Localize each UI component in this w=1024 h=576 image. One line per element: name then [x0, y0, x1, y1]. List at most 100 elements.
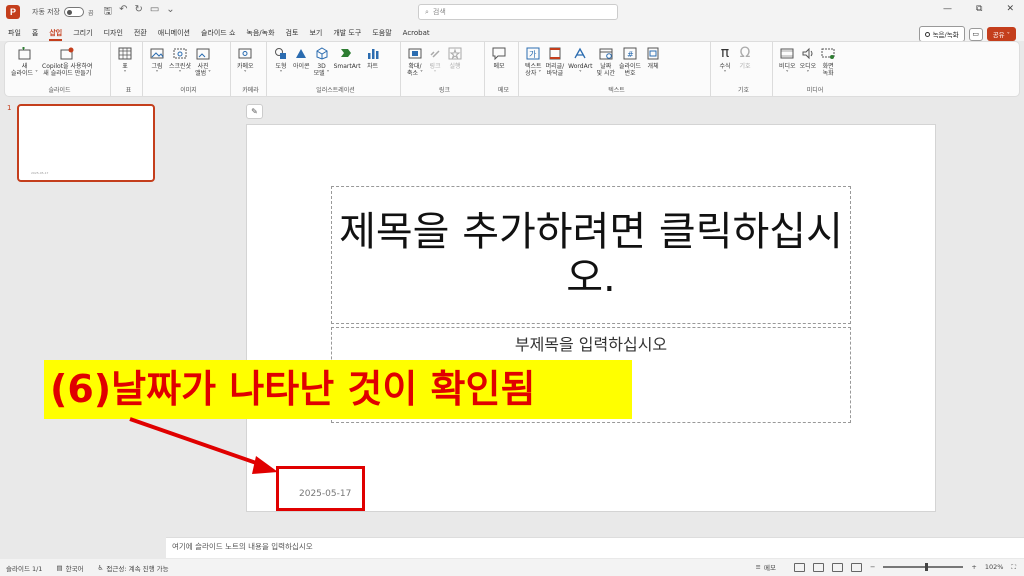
undo-icon[interactable]: ↶ [119, 4, 127, 21]
picture-label: 그림 ˅ [151, 63, 163, 77]
tab-record[interactable]: 녹음/녹화 [246, 28, 274, 38]
comment-label: 메모 [493, 63, 505, 70]
group-label-text: 텍스트 [608, 87, 625, 94]
picture-icon [149, 45, 165, 61]
zoom-slider[interactable] [883, 563, 964, 571]
group-label-symbols: 기호 [737, 87, 750, 94]
table-icon [117, 45, 133, 61]
textbox-label: 텍스트 상자 ˅ [525, 63, 542, 77]
ribbon-group-slides: 새 슬라이드 ˅ Copilot을 사용하여 새 슬라이드 만들기 슬라이드 [9, 42, 111, 96]
symbol-label: 기호 [739, 63, 751, 70]
video-icon [779, 45, 795, 61]
calendar-icon [598, 45, 614, 61]
notes-toggle[interactable]: ≡ 메모 [756, 562, 776, 572]
smartart-label: SmartArt [333, 63, 361, 70]
header-footer-label: 머리글/ 바닥글 [545, 63, 565, 77]
notes-icon: ≡ [755, 563, 761, 571]
toggle-switch-icon[interactable] [64, 7, 84, 17]
window-controls: — ⧉ ✕ [943, 4, 1014, 14]
copilot-icon[interactable]: ✎ [246, 104, 263, 119]
tab-draw[interactable]: 그리기 [73, 28, 92, 38]
tab-review[interactable]: 검토 [286, 28, 299, 38]
title-bar: P 자동 저장 끔 🖫 ↶ ↻ ▭ ⌄ ⌕ 검색 — ⧉ ✕ [0, 0, 1024, 24]
3d-models-label: 3D 모델 ˅ [313, 63, 330, 77]
fit-to-window-icon[interactable]: ⛶ [1011, 563, 1016, 572]
screen-recording-label: 화면 녹화 [822, 63, 834, 77]
audio-label: 오디오 ˅ [799, 63, 817, 77]
zoom-slider-thumb[interactable] [925, 563, 929, 571]
accessibility-icon: ♿ [97, 563, 104, 572]
ribbon-group-illustrations: 도형 ˅ 아이콘 3D 모델 ˅ SmartArt 차트 일러스트레이션 [271, 42, 401, 96]
slide-sorter-view-icon[interactable] [812, 562, 824, 572]
zoom-level[interactable]: 102% [985, 563, 1004, 571]
link-icon [427, 45, 443, 61]
notes-toggle-label: 메모 [763, 564, 776, 572]
video-label: 비디오 ˅ [779, 63, 796, 77]
save-icon[interactable]: 🖫 [104, 4, 113, 21]
notes-pane[interactable]: 여기에 슬라이드 노트의 내용을 입력하십시오 [166, 537, 1024, 558]
record-button[interactable]: 녹음/녹화 [918, 26, 965, 42]
action-label: 실행 [449, 63, 461, 70]
ribbon-group-media: 비디오 ˅ 오디오 ˅ 화면 녹화 미디어 [777, 42, 853, 96]
minimize-icon[interactable]: — [943, 4, 952, 14]
date-time-label: 날짜 및 시간 [596, 63, 615, 77]
tab-file[interactable]: 파일 [8, 28, 21, 38]
tab-design[interactable]: 디자인 [104, 28, 123, 38]
tab-transitions[interactable]: 전환 [134, 28, 147, 38]
search-placeholder: 검색 [432, 8, 446, 16]
normal-view-icon[interactable] [793, 562, 805, 572]
restore-icon[interactable]: ⧉ [976, 4, 982, 14]
share-button[interactable]: 공유 ˅ [986, 27, 1016, 41]
redo-icon[interactable]: ↻ [134, 4, 142, 21]
tab-acrobat[interactable]: Acrobat [403, 29, 430, 37]
smartart-icon [339, 45, 355, 61]
slideshow-view-icon[interactable] [850, 562, 862, 572]
slide-number-label: 슬라이드 번호 [618, 63, 642, 77]
new-slide-icon [17, 45, 33, 61]
title-placeholder[interactable]: 제목을 추가하려면 클릭하십시오. [331, 186, 851, 324]
object-icon [645, 45, 661, 61]
screenshot-icon [172, 45, 188, 61]
svg-text:#: # [627, 50, 634, 59]
start-slideshow-icon[interactable]: ▭ [150, 4, 159, 21]
screenshot-label: 스크린샷 ˅ [169, 63, 192, 77]
pi-icon: π [720, 44, 730, 61]
status-bar: 슬라이드 1/1 ▤ 한국어 ♿ 접근성: 계속 진행 가능 ≡ 메모 − + … [0, 559, 1024, 576]
accessibility-label: 접근성: 계속 진행 가능 [106, 564, 169, 573]
slide-thumbnail[interactable]: 2025-05-17 [17, 104, 155, 182]
group-label-camera: 카메라 [242, 87, 259, 94]
autosave-toggle[interactable]: 자동 저장 끔 [32, 7, 94, 17]
object-label: 개체 [647, 63, 659, 70]
photo-album-label: 사진 앨범 ˅ [195, 63, 212, 77]
search-input[interactable]: ⌕ 검색 [418, 4, 618, 20]
speaker-icon [800, 45, 816, 61]
group-label-slides: 슬라이드 [48, 87, 71, 94]
close-icon[interactable]: ✕ [1006, 4, 1014, 14]
ribbon-group-camera: 카메오 ˅ 카메라 [235, 42, 267, 96]
tab-help[interactable]: 도움말 [372, 28, 391, 38]
ribbon-group-table: 표 ˅ 표 [115, 42, 143, 96]
zoom-in-icon[interactable]: + [971, 563, 976, 571]
language-status[interactable]: ▤ 한국어 [56, 563, 83, 573]
comment-icon [491, 45, 507, 61]
star-icon [447, 45, 463, 61]
zoom-out-icon[interactable]: − [870, 563, 875, 571]
customize-qat-icon[interactable]: ⌄ [166, 4, 174, 21]
cube-icon [314, 45, 330, 61]
group-label-links: 링크 [438, 87, 451, 94]
comments-icon[interactable]: ▭ [968, 27, 983, 41]
tab-home[interactable]: 홈 [32, 28, 38, 38]
notes-placeholder: 여기에 슬라이드 노트의 내용을 입력하십시오 [172, 542, 313, 551]
tab-view[interactable]: 보기 [309, 28, 322, 38]
ribbon-group-links: 확대/ 축소 ˅ 링크 ˅ 실행 링크 [405, 42, 485, 96]
menu-right-actions: 녹음/녹화 ▭ 공유 ˅ [918, 26, 1016, 42]
ribbon-insert: 새 슬라이드 ˅ Copilot을 사용하여 새 슬라이드 만들기 슬라이드 표… [4, 41, 1020, 97]
photo-album-icon [195, 45, 211, 61]
accessibility-status[interactable]: ♿ 접근성: 계속 진행 가능 [98, 563, 169, 573]
reading-view-icon[interactable] [831, 562, 843, 572]
search-icon: ⌕ [425, 7, 429, 16]
tab-developer[interactable]: 개발 도구 [333, 28, 361, 38]
tab-animations[interactable]: 애니메이션 [158, 28, 190, 38]
tab-slideshow[interactable]: 슬라이드 쇼 [201, 28, 235, 38]
tab-insert[interactable]: 삽입 [49, 28, 62, 41]
